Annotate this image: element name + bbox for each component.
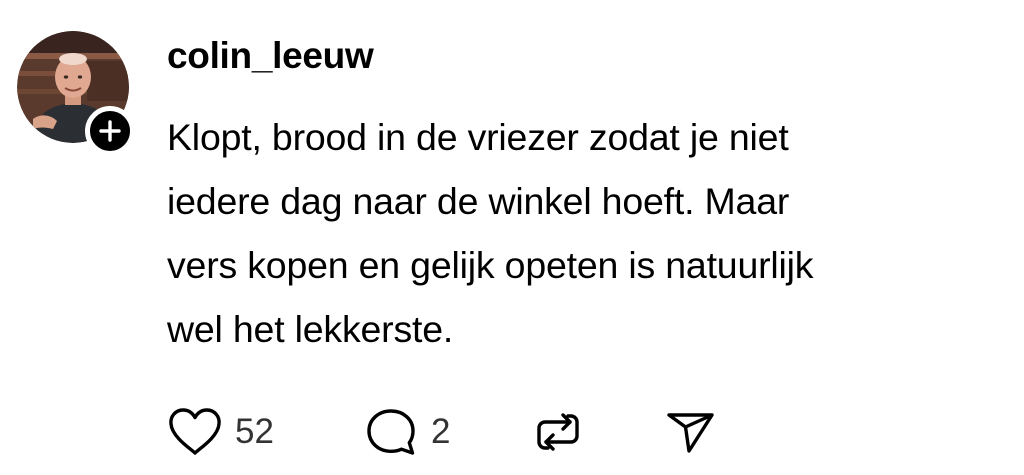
post-text-line: iedere dag naar de winkel hoeft. Maar (167, 180, 790, 222)
speech-bubble-icon (367, 409, 415, 455)
post-text-line: wel het lekkerste. (167, 308, 454, 350)
like-button[interactable]: 52 (167, 404, 274, 460)
repost-icon (537, 413, 579, 451)
post-text: Klopt, brood in de vriezer zodat je niet… (167, 105, 987, 361)
post: colin_leeuw Klopt, brood in de vriezer z… (0, 0, 1024, 475)
like-count: 52 (235, 412, 274, 451)
username[interactable]: colin_leeuw (167, 34, 374, 78)
plus-icon (99, 120, 121, 142)
heart-icon (169, 408, 221, 455)
avatar-container[interactable] (17, 31, 135, 156)
reply-button[interactable]: 2 (363, 404, 450, 460)
post-text-line: vers kopen en gelijk opeten is natuurlij… (167, 244, 814, 286)
reply-count: 2 (431, 412, 451, 451)
send-icon (667, 413, 714, 453)
post-text-line: Klopt, brood in de vriezer zodat je niet (167, 116, 789, 158)
share-button[interactable] (664, 404, 718, 460)
follow-button[interactable] (85, 106, 135, 156)
action-bar: 52 2 (167, 404, 867, 460)
repost-button[interactable] (532, 404, 584, 460)
